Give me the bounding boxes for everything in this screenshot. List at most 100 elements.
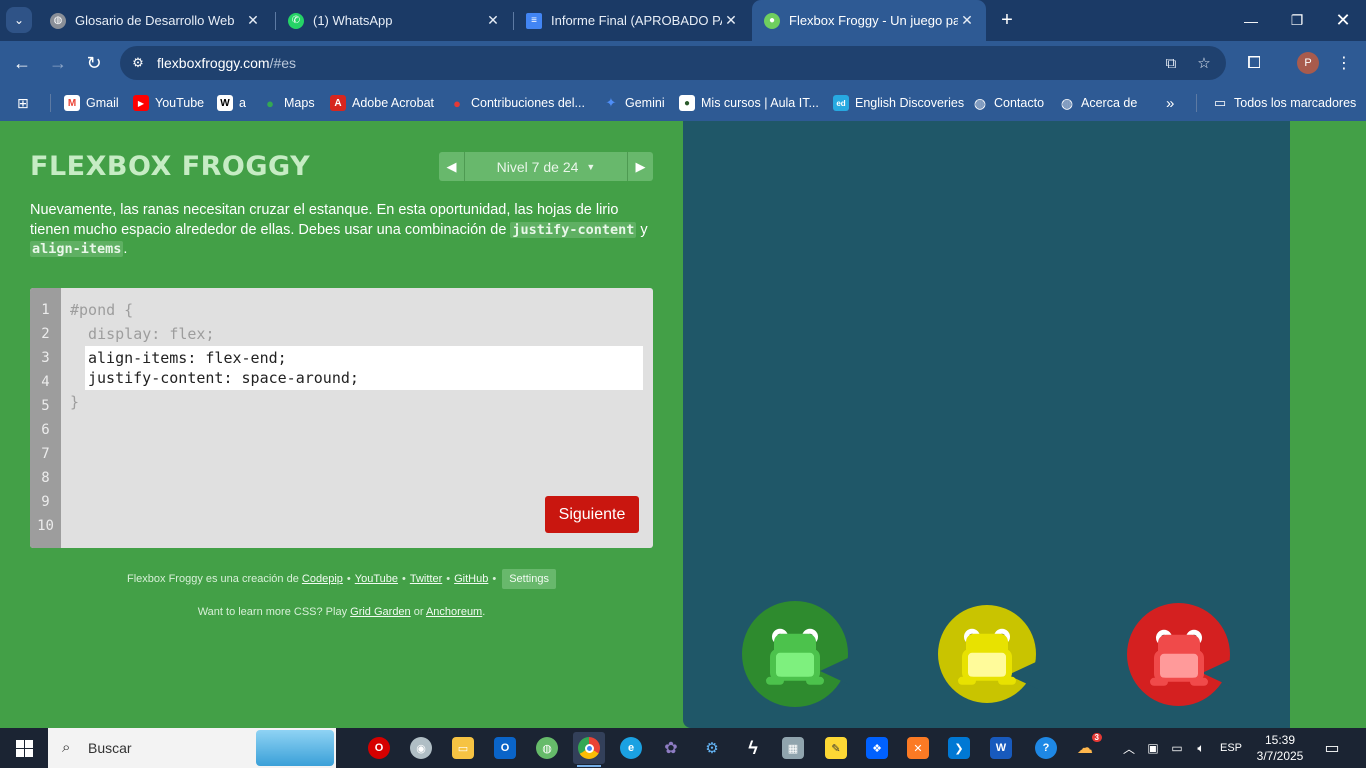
all-bookmarks-button[interactable]: ▭ Todos los marcadores (1212, 94, 1356, 112)
bookmark-separator (1196, 94, 1197, 112)
bookmark-acerca-de[interactable]: ◍ Acerca de (1059, 94, 1137, 112)
close-icon[interactable]: ✕ (958, 12, 976, 29)
site-info-icon[interactable]: ⚙ (128, 53, 148, 73)
close-icon: ✕ (1335, 10, 1351, 30)
next-level-button[interactable]: ▶ (627, 152, 653, 181)
wikipedia-icon: W (217, 95, 233, 111)
taskbar-clock[interactable]: 15:39 3/7/2025 (1252, 732, 1308, 764)
codepip-link[interactable]: Codepip (302, 573, 343, 585)
pond (683, 121, 1290, 728)
triangle-right-icon: ▶ (635, 158, 646, 174)
close-icon[interactable]: ✕ (244, 12, 262, 29)
bookmark-mis-cursos[interactable]: ● Mis cursos | Aula IT... (679, 94, 819, 112)
taskbar-help[interactable]: ? (1030, 732, 1062, 764)
tray-app-icon[interactable]: ▣ (1143, 728, 1163, 768)
star-icon[interactable]: ☆ (1194, 53, 1214, 73)
bookmark-maps[interactable]: ● Maps (262, 94, 315, 112)
tab-whatsapp[interactable]: ✆ (1) WhatsApp ✕ (276, 0, 512, 41)
disk-icon: ◉ (410, 737, 432, 759)
lilypad-red (1127, 603, 1232, 706)
frog-green (760, 628, 830, 689)
taskbar-word[interactable]: W (985, 732, 1017, 764)
youtube-link[interactable]: YouTube (355, 573, 398, 585)
profile-avatar[interactable]: P (1297, 52, 1319, 74)
image-icon: ▦ (782, 737, 804, 759)
taskbar-xampp[interactable]: ✕ (902, 732, 934, 764)
taskbar-dropbox[interactable]: ❖ (861, 732, 893, 764)
more-css-footer: Want to learn more CSS? Play Grid Garden… (197, 606, 486, 618)
next-button[interactable]: Siguiente (545, 496, 639, 533)
taskbar-vscode[interactable]: ❯ (943, 732, 975, 764)
grid-garden-link[interactable]: Grid Garden (350, 606, 411, 618)
start-button[interactable] (0, 728, 48, 768)
settings-button[interactable]: Settings (502, 569, 556, 589)
bookmark-separator (50, 94, 51, 112)
new-tab-button[interactable]: + (995, 8, 1019, 32)
taskbar-app-9[interactable]: ⚙ (696, 732, 728, 764)
address-bar[interactable]: ⚙ flexboxfroggy.com/#es ⧉ ☆ (120, 46, 1226, 80)
credits-footer: Flexbox Froggy es una creación de Codepi… (0, 568, 683, 590)
taskbar-file-explorer[interactable]: ▭ (447, 732, 479, 764)
extensions-icon[interactable]: ⧠ (1242, 51, 1266, 75)
tray-volume[interactable]: 🔈︎ (1190, 728, 1212, 768)
notifications-button[interactable]: ▭ (1320, 737, 1344, 759)
tab-informe[interactable]: ≡ Informe Final (APROBADO PARA ✕ (514, 0, 750, 41)
bookmarks-overflow-button[interactable]: » (1166, 94, 1174, 112)
speaker-icon: 🔈︎ (1197, 740, 1205, 755)
taskbar-chrome[interactable] (573, 732, 605, 767)
reload-button[interactable]: ↻ (80, 49, 108, 77)
taskbar-app-2[interactable]: ◉ (405, 732, 437, 764)
line-number: 10 (37, 518, 54, 534)
github-link[interactable]: GitHub (454, 573, 488, 585)
bookmark-english-discoveries[interactable]: ed English Discoveries (833, 94, 964, 112)
twitter-link[interactable]: Twitter (410, 573, 442, 585)
arrow-left-icon: ← (13, 52, 31, 73)
bookmark-contacto[interactable]: ◍ Contacto (972, 94, 1044, 112)
taskbar-app-5[interactable]: ◍ (531, 732, 563, 764)
level-dropdown[interactable]: Nivel 7 de 24 ▼ (466, 152, 626, 181)
tray-language[interactable]: ESP (1216, 728, 1246, 768)
translate-icon[interactable]: ⧉ (1161, 53, 1181, 73)
bookmark-gmail[interactable]: M Gmail (64, 94, 119, 112)
previous-level-button[interactable]: ◀ (439, 152, 465, 181)
restore-button[interactable]: ❐ (1274, 0, 1320, 41)
close-window-button[interactable]: ✕ (1320, 0, 1366, 41)
level-instructions: Nuevamente, las ranas necesitan cruzar e… (30, 202, 648, 257)
taskbar-app-8[interactable]: ✿ (655, 732, 687, 764)
close-icon[interactable]: ✕ (484, 12, 502, 29)
anchoreum-link[interactable]: Anchoreum (426, 606, 482, 618)
taskbar-app-10[interactable]: ϟ (737, 732, 769, 764)
menu-icon[interactable]: ⋮ (1332, 51, 1356, 75)
chrome-icon (578, 737, 600, 759)
taskbar-weather[interactable]: ☁ 3 (1069, 732, 1102, 764)
bookmark-contribuciones[interactable]: ● Contribuciones del... (449, 94, 585, 112)
bookmark-wikipedia[interactable]: Wa (217, 94, 246, 112)
globe-icon: ◍ (50, 12, 66, 29)
close-icon[interactable]: ✕ (722, 12, 740, 29)
css-input-textarea[interactable]: align-items: flex-end; justify-content: … (85, 346, 643, 390)
taskbar-edge[interactable]: e (615, 732, 647, 764)
tray-battery[interactable]: ▭ (1167, 728, 1187, 768)
back-button[interactable]: ← (8, 49, 36, 77)
forward-button[interactable]: → (44, 49, 72, 77)
bookmark-gemini[interactable]: ✦ Gemini (603, 94, 665, 112)
bookmark-youtube[interactable]: ▶ YouTube (133, 94, 204, 112)
taskbar-opera[interactable]: O (363, 732, 395, 764)
url-text[interactable]: flexboxfroggy.com/#es (157, 55, 296, 71)
code-line: #pond { (70, 301, 134, 319)
tab-flexbox-froggy[interactable]: ● Flexbox Froggy - Un juego para ✕ (752, 0, 986, 41)
taskbar-outlook[interactable]: O (489, 732, 521, 764)
apps-icon[interactable]: ⊞ (17, 94, 29, 112)
minimize-button[interactable]: — (1228, 0, 1274, 41)
tab-glosario[interactable]: ◍ Glosario de Desarrollo Web ✕ (38, 0, 272, 41)
dropbox-icon: ❖ (866, 737, 888, 759)
browser-toolbar: ← → ↻ ⚙ flexboxfroggy.com/#es ⧉ ☆ ⧠ P ⋮ (0, 41, 1366, 85)
minimize-icon: — (1244, 12, 1258, 29)
tab-search-button[interactable]: ⌄ (6, 7, 32, 33)
bookmark-adobe-acrobat[interactable]: A Adobe Acrobat (330, 94, 434, 112)
tray-overflow-button[interactable]: ︿ (1120, 728, 1138, 768)
taskbar-search[interactable]: ⌕ Buscar (48, 728, 336, 768)
taskbar-app-11[interactable]: ▦ (777, 732, 809, 764)
taskbar-app-12[interactable]: ✎ (820, 732, 852, 764)
vscode-icon: ❯ (948, 737, 970, 759)
